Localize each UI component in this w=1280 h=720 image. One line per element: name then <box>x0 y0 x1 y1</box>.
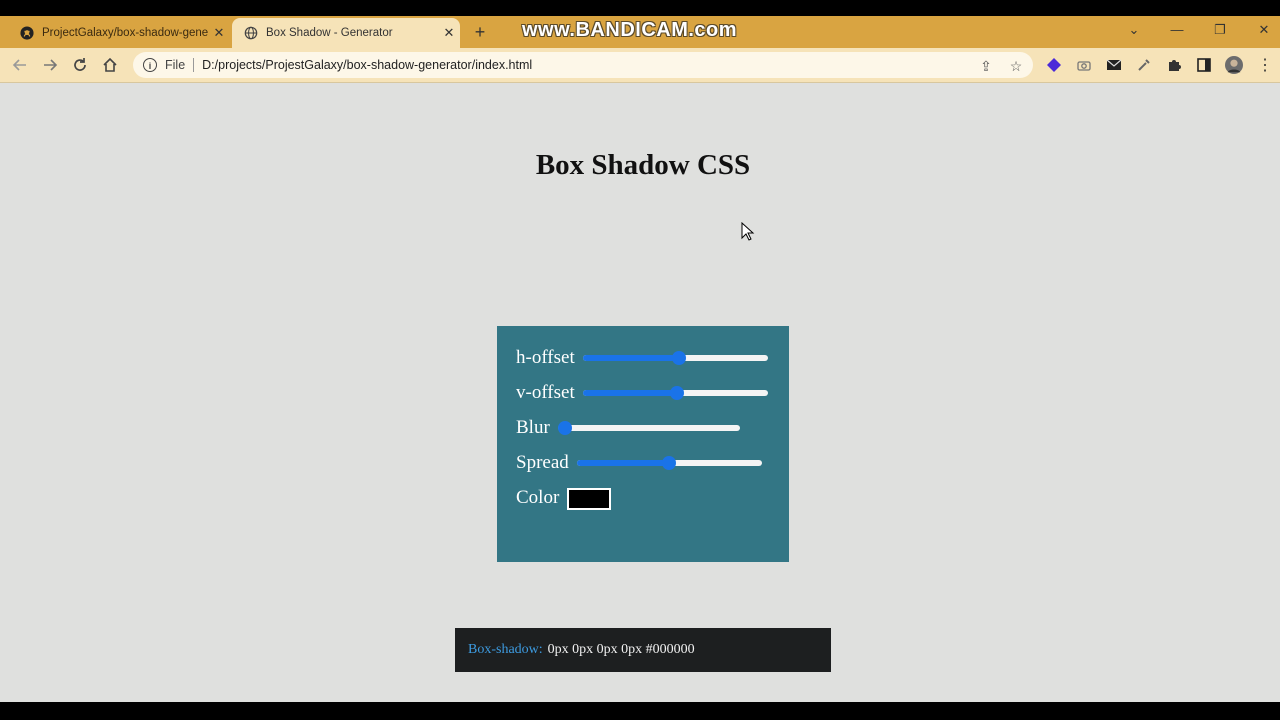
address-bar[interactable]: i File D:/projects/ProjestGalaxy/box-sha… <box>133 52 1033 78</box>
slider-thumb[interactable] <box>557 420 572 435</box>
control-blur: Blur <box>516 410 770 445</box>
css-output: Box-shadow: 0px 0px 0px 0px #000000 <box>455 628 831 672</box>
close-icon[interactable]: ✕ <box>208 25 230 41</box>
control-label: h-offset <box>516 346 575 368</box>
puzzle-icon[interactable] <box>1165 56 1183 74</box>
spread-slider[interactable] <box>576 453 762 473</box>
h-offset-slider[interactable] <box>582 348 768 368</box>
slider-fill <box>582 354 679 361</box>
share-icon[interactable]: ⇪ <box>977 57 995 75</box>
controls-panel: h-offset v-offset Blur Spread Color <box>497 326 789 562</box>
tab-github[interactable]: ProjectGalaxy/box-shadow-gene ✕ <box>8 18 230 48</box>
home-icon <box>103 57 117 72</box>
slider-thumb[interactable] <box>671 350 686 365</box>
divider <box>193 58 195 72</box>
url-text[interactable]: D:/projects/ProjestGalaxy/box-shadow-gen… <box>202 58 532 72</box>
color-picker[interactable] <box>567 488 612 510</box>
arrow-left-icon <box>12 59 26 71</box>
info-icon[interactable]: i <box>143 58 157 72</box>
eyedropper-icon[interactable] <box>1135 56 1153 74</box>
globe-icon <box>244 26 258 40</box>
restore-button[interactable]: ❐ <box>1205 18 1235 42</box>
screen-bottom-letterbox <box>0 702 1280 720</box>
slider-thumb[interactable] <box>669 385 684 400</box>
arrow-right-icon <box>44 59 58 71</box>
tab-title: Box Shadow - Generator <box>266 27 393 39</box>
page-title: Box Shadow CSS <box>535 149 751 181</box>
bookmark-star-icon[interactable]: ☆ <box>1007 57 1025 75</box>
home-button[interactable] <box>100 55 120 75</box>
page-viewport: Box Shadow CSS h-offset v-offset Blur Sp… <box>0 83 1280 702</box>
reload-button[interactable] <box>70 55 90 75</box>
close-icon[interactable]: ✕ <box>438 25 460 41</box>
forward-button[interactable] <box>40 55 60 75</box>
chevron-down-icon[interactable]: ⌄ <box>1119 18 1149 42</box>
slider-track <box>557 424 740 431</box>
more-menu-icon[interactable]: ⋮ <box>1256 56 1274 74</box>
recording-watermark: www.BANDICAM.com <box>522 19 738 41</box>
github-icon <box>20 26 34 40</box>
control-h-offset: h-offset <box>516 340 770 375</box>
avatar[interactable] <box>1225 56 1243 74</box>
control-label: Color <box>516 486 560 508</box>
tab-title: ProjectGalaxy/box-shadow-gene <box>42 27 208 39</box>
control-label: Blur <box>516 416 550 438</box>
new-tab-button[interactable]: + <box>470 22 490 42</box>
back-button[interactable] <box>10 55 30 75</box>
control-label: Spread <box>516 451 569 473</box>
mouse-cursor-icon <box>741 222 755 241</box>
control-label: v-offset <box>516 381 575 403</box>
css-value: 0px 0px 0px 0px #000000 <box>547 642 695 657</box>
v-offset-slider[interactable] <box>582 383 768 403</box>
minimize-button[interactable]: — <box>1162 18 1192 42</box>
scheme-label: File <box>165 58 186 72</box>
side-panel-icon[interactable] <box>1195 56 1213 74</box>
tab-box-shadow-generator[interactable]: Box Shadow - Generator ✕ <box>232 18 460 48</box>
slider-thumb[interactable] <box>662 455 677 470</box>
css-property: Box-shadow: <box>468 642 543 657</box>
browser-toolbar: i File D:/projects/ProjestGalaxy/box-sha… <box>0 48 1280 83</box>
blur-slider[interactable] <box>557 418 740 438</box>
extension-purple-icon[interactable] <box>1045 56 1063 74</box>
slider-fill <box>582 389 678 396</box>
control-spread: Spread <box>516 445 770 480</box>
camera-icon[interactable] <box>1075 56 1093 74</box>
reload-icon <box>74 58 86 71</box>
control-color: Color <box>516 480 770 515</box>
close-window-button[interactable]: ✕ <box>1249 18 1279 42</box>
slider-fill <box>576 459 670 466</box>
control-v-offset: v-offset <box>516 375 770 410</box>
mail-icon[interactable] <box>1105 56 1123 74</box>
screen-top-letterbox <box>0 0 1280 16</box>
